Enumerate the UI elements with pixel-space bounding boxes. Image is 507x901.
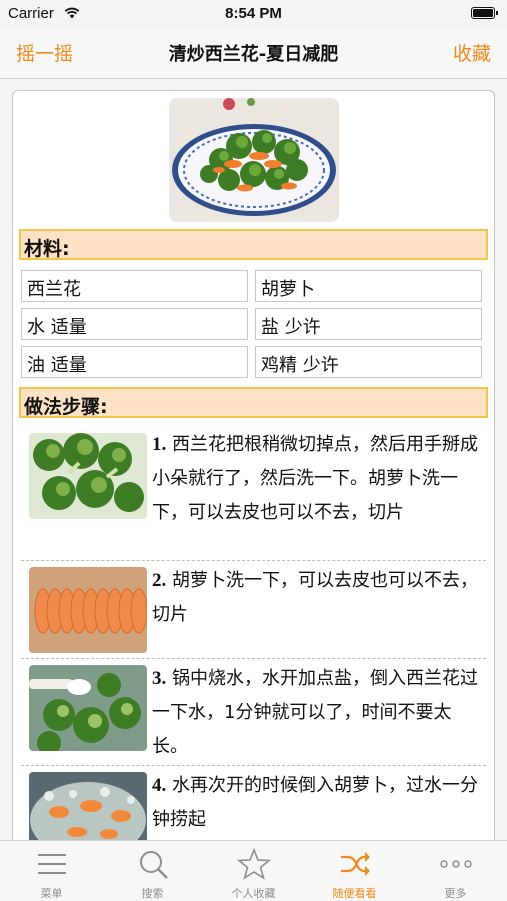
search-icon [140,851,168,879]
step-photo [29,665,147,751]
ingredient-cell: 西兰花 [21,270,248,302]
tab-menu[interactable]: 菜单 [1,841,102,901]
ingredient-cell: 盐 少许 [255,308,482,340]
shake-button[interactable]: 摇一摇 [16,39,73,66]
step-description: 胡萝卜洗一下，可以去皮也可以不去，切片 [152,570,478,625]
ingredient-cell: 水 适量 [21,308,248,340]
status-bar: Carrier 8:54 PM [0,0,507,28]
tab-label: 个人收藏 [231,887,276,900]
ingredient-cell: 油 适量 [21,346,248,378]
tab-label: 更多 [444,887,467,900]
shuffle-icon [341,852,370,876]
step-number: 4. [152,775,167,796]
step-item: 1. 西兰花把根稍微切掉点，然后用手掰成小朵就行了，然后洗一下。胡萝卜洗一下，可… [21,428,486,561]
menu-lines-icon [38,854,66,874]
tab-more[interactable]: 更多 [405,841,506,901]
tab-label: 随便看看 [332,887,377,900]
more-dots-icon [440,860,472,868]
step-number: 2. [152,570,167,591]
navigation-bar: 摇一摇 清炒西兰花-夏日减肥 收藏 [0,28,507,79]
step-item: 2. 胡萝卜洗一下，可以去皮也可以不去，切片 [21,561,486,659]
step-description: 锅中烧水，水开加点盐，倒入西兰花过一下水，1分钟就可以了，时间不要太长。 [152,668,478,757]
steps-header: 做法步骤: [19,387,488,418]
tab-bar: 菜单 搜索 个人收藏 随便看看 更多 [0,840,507,901]
step-description: 西兰花把根稍微切掉点，然后用手掰成小朵就行了，然后洗一下。胡萝卜洗一下，可以去皮… [152,434,478,523]
tab-search[interactable]: 搜索 [102,841,203,901]
favorite-button[interactable]: 收藏 [453,39,491,66]
tab-favorites[interactable]: 个人收藏 [203,841,304,901]
step-item: 3. 锅中烧水，水开加点盐，倒入西兰花过一下水，1分钟就可以了，时间不要太长。 [21,659,486,766]
step-photo [29,772,147,840]
step-photo [29,567,147,653]
step-item: 4. 水再次开的时候倒入胡萝卜，过水一分钟捞起 [21,766,486,840]
tab-random[interactable]: 随便看看 [304,841,405,901]
ingredient-cell: 胡萝卜 [255,270,482,302]
star-icon [237,848,271,880]
step-number: 1. [152,434,167,455]
clock: 8:54 PM [225,5,282,22]
tab-label: 搜索 [141,887,164,900]
page-title: 清炒西兰花-夏日减肥 [168,44,339,65]
battery-icon [471,7,498,19]
ingredients-header: 材料: [19,229,488,260]
ingredient-cell: 鸡精 少许 [255,346,482,378]
tab-label: 菜单 [40,887,63,900]
step-number: 3. [152,668,167,689]
dish-photo [169,98,339,222]
recipe-content[interactable]: 材料: 西兰花 胡萝卜 水 适量 盐 少许 油 适量 鸡精 少许 做法步骤: 1… [12,90,495,840]
step-description: 水再次开的时候倒入胡萝卜，过水一分钟捞起 [152,775,478,830]
step-photo [29,433,147,519]
